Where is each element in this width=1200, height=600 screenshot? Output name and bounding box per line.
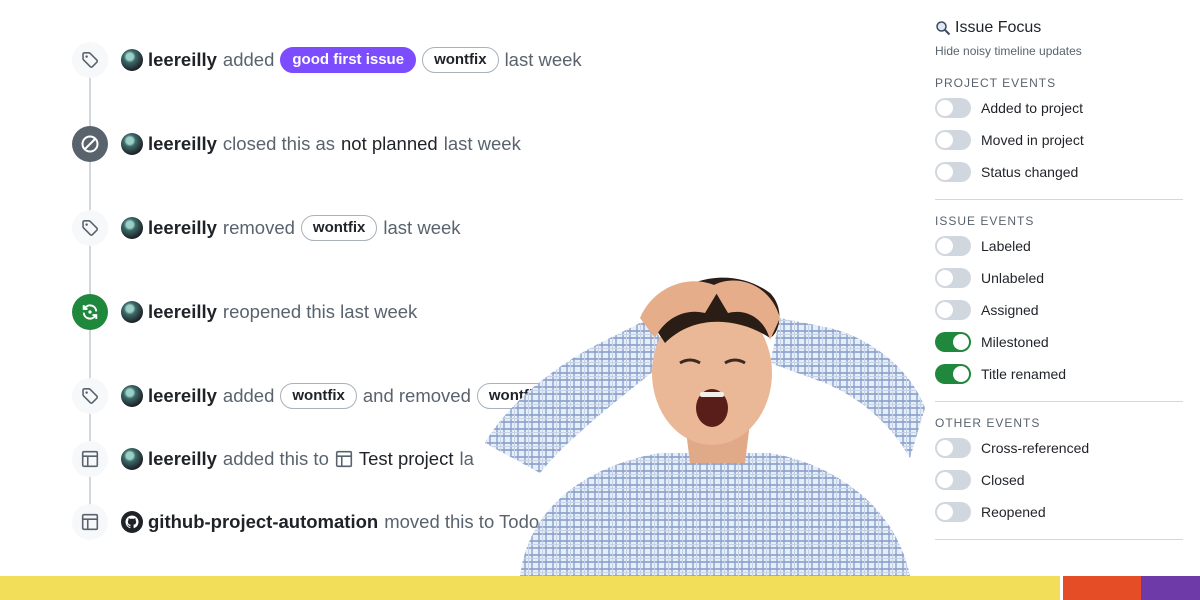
toggle-label: Cross-referenced [981, 440, 1090, 456]
toggle-label: Status changed [981, 164, 1079, 180]
toggle-label: Labeled [981, 238, 1031, 254]
toggle-title-renamed[interactable] [935, 364, 971, 384]
actor-link[interactable]: leereilly [148, 301, 217, 323]
toggle-row-milestoned: Milestoned [935, 326, 1183, 358]
section-heading: ISSUE EVENTS [935, 214, 1035, 228]
actor-link[interactable]: leereilly [148, 448, 217, 470]
avatar[interactable] [121, 133, 143, 155]
actor-link[interactable]: github-project-automation [148, 511, 378, 533]
toggle-labeled[interactable] [935, 236, 971, 256]
toggle-added-to-project[interactable] [935, 98, 971, 118]
stressed-person-photo [485, 277, 925, 576]
event-verb: closed this as [222, 133, 336, 154]
actor-link[interactable]: leereilly [148, 217, 217, 239]
skip-icon [72, 126, 108, 162]
toggle-row-added-to-project: Added to project [935, 92, 1183, 124]
toggle-row-assigned: Assigned [935, 294, 1183, 326]
event-time[interactable]: last week [444, 133, 521, 155]
project-link[interactable]: Test project [359, 448, 454, 470]
tag-icon [72, 42, 108, 78]
timeline-event-reopened: leereilly reopened this last week [72, 294, 423, 330]
avatar[interactable] [121, 301, 143, 323]
event-verb: removed [222, 217, 295, 238]
tag-icon [72, 378, 108, 414]
section-other-events: OTHER EVENTS Cross-referenced Closed Reo… [935, 414, 1183, 540]
label-wontfix[interactable]: wontfix [300, 215, 378, 241]
toggle-row-moved-in-project: Moved in project [935, 124, 1183, 156]
event-time[interactable]: last week [505, 49, 582, 71]
table-icon [335, 450, 353, 468]
panel-subtitle: Hide noisy timeline updates [935, 44, 1082, 58]
toggle-closed[interactable] [935, 470, 971, 490]
toggle-label: Assigned [981, 302, 1039, 318]
toggle-label: Reopened [981, 504, 1046, 520]
issue-focus-panel: Issue Focus Hide noisy timeline updates … [935, 16, 1183, 540]
panel-header: Issue Focus [935, 16, 1183, 40]
event-time[interactable]: la [459, 448, 473, 470]
search-icon [936, 21, 951, 36]
timeline-event-unlabeled: leereilly removed wontfix last week [72, 210, 467, 246]
decorative-stripe-orange [1063, 576, 1141, 600]
toggle-label: Added to project [981, 100, 1083, 116]
decorative-stripe-yellow [0, 576, 1060, 600]
sync-icon [72, 294, 108, 330]
section-heading: OTHER EVENTS [935, 416, 1041, 430]
section-project-events: PROJECT EVENTS Added to project Moved in… [935, 74, 1183, 200]
toggle-label: Closed [981, 472, 1025, 488]
toggle-milestoned[interactable] [935, 332, 971, 352]
avatar[interactable] [121, 49, 143, 71]
toggle-assigned[interactable] [935, 300, 971, 320]
event-connector: and removed [362, 385, 471, 406]
toggle-label: Moved in project [981, 132, 1084, 148]
close-reason: not planned [341, 133, 438, 154]
actor-link[interactable]: leereilly [148, 133, 217, 155]
event-verb: reopened this last week [222, 301, 418, 322]
table-icon [72, 504, 108, 540]
timeline-event-closed: leereilly closed this as not planned las… [72, 126, 527, 162]
toggle-reopened[interactable] [935, 502, 971, 522]
toggle-row-closed: Closed [935, 464, 1183, 496]
tag-icon [72, 210, 108, 246]
avatar[interactable] [121, 217, 143, 239]
avatar[interactable] [121, 385, 143, 407]
toggle-label: Milestoned [981, 334, 1049, 350]
timeline-event-added-to-project: leereilly added this to Test project la [72, 441, 480, 477]
toggle-status-changed[interactable] [935, 162, 971, 182]
toggle-moved-in-project[interactable] [935, 130, 971, 150]
event-time[interactable]: last week [383, 217, 460, 239]
event-verb: added [222, 385, 275, 406]
table-icon [72, 441, 108, 477]
toggle-unlabeled[interactable] [935, 268, 971, 288]
toggle-row-status-changed: Status changed [935, 156, 1183, 188]
label-wontfix[interactable]: wontfix [280, 383, 357, 409]
section-issue-events: ISSUE EVENTS Labeled Unlabeled Assigned … [935, 212, 1183, 402]
avatar[interactable] [121, 448, 143, 470]
toggle-cross-referenced[interactable] [935, 438, 971, 458]
label-good-first-issue[interactable]: good first issue [280, 47, 417, 73]
toggle-row-title-renamed: Title renamed [935, 358, 1183, 390]
actor-link[interactable]: leereilly [148, 49, 217, 71]
decorative-stripe-purple [1141, 576, 1200, 600]
section-heading: PROJECT EVENTS [935, 76, 1057, 90]
toggle-row-reopened: Reopened [935, 496, 1183, 528]
toggle-row-cross-referenced: Cross-referenced [935, 432, 1183, 464]
event-verb: added this to [222, 448, 329, 469]
actor-link[interactable]: leereilly [148, 385, 217, 407]
label-wontfix[interactable]: wontfix [422, 47, 499, 73]
toggle-label: Unlabeled [981, 270, 1045, 286]
toggle-row-unlabeled: Unlabeled [935, 262, 1183, 294]
panel-title: Issue Focus [955, 19, 1042, 36]
github-mark-icon[interactable] [121, 511, 143, 533]
toggle-row-labeled: Labeled [935, 230, 1183, 262]
event-verb: added [222, 49, 275, 70]
toggle-label: Title renamed [981, 366, 1067, 382]
timeline-event-labeled: leereilly added good first issue wontfix… [72, 42, 588, 78]
